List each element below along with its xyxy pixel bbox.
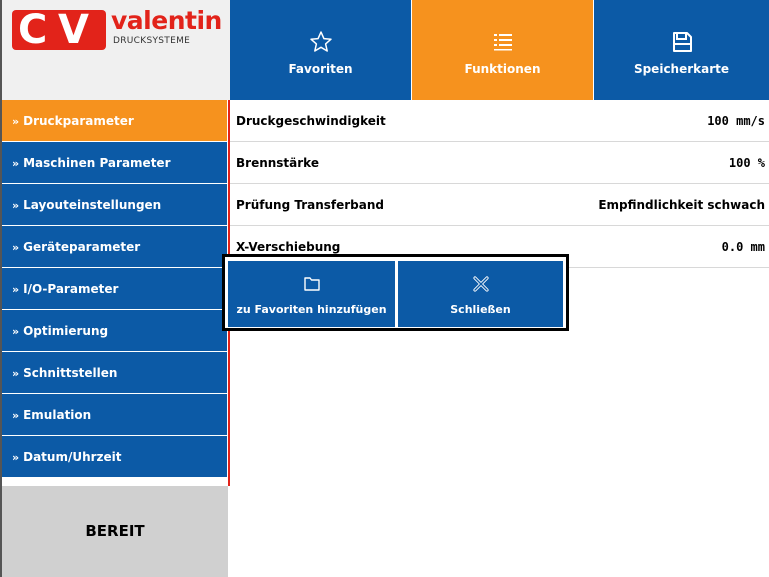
sidebar: » Druckparameter » Maschinen Parameter » La… (2, 100, 228, 478)
sidebar-item-emulation[interactable]: » Emulation (2, 394, 228, 436)
folder-icon (303, 277, 320, 291)
double-chevron-icon: » (12, 115, 20, 128)
sidebar-item-druckparameter[interactable]: » Druckparameter (2, 100, 228, 142)
tab-favoriten-label: Favoriten (288, 62, 353, 76)
logo-mark-v: V (58, 10, 89, 50)
double-chevron-icon: » (12, 409, 20, 422)
param-name: Prüfung Transferband (236, 197, 384, 212)
logo-mark-c: C (18, 10, 47, 50)
param-name: Druckgeschwindigkeit (236, 113, 386, 128)
double-chevron-icon: » (12, 451, 20, 464)
cv-logo-mark: C V (12, 10, 106, 50)
double-chevron-icon: » (12, 283, 20, 296)
add-to-favorites-label: zu Favoriten hinzufügen (236, 303, 387, 316)
list-icon (493, 34, 512, 51)
logo-word: valentin (111, 6, 222, 35)
sidebar-item-label: Optimierung (23, 324, 109, 338)
double-chevron-icon: » (12, 367, 20, 380)
logo-subtitle: DRUCKSYSTEME (113, 36, 191, 46)
parameter-list: Druckgeschwindigkeit 100 mm/s Brennstärk… (230, 100, 769, 268)
sidebar-item-geraeteparameter[interactable]: » Geräteparameter (2, 226, 228, 268)
sidebar-item-optimierung[interactable]: » Optimierung (2, 310, 228, 352)
double-chevron-icon: » (12, 199, 20, 212)
sidebar-item-datum-uhrzeit[interactable]: » Datum/Uhrzeit (2, 436, 228, 478)
close-label: Schließen (450, 303, 511, 316)
add-to-favorites-button[interactable]: zu Favoriten hinzufügen (228, 261, 395, 327)
param-value: 100 mm/s (707, 113, 765, 128)
double-chevron-icon: » (12, 157, 20, 170)
tab-speicherkarte[interactable]: Speicherkarte (594, 0, 769, 100)
param-name: Brennstärke (236, 155, 319, 170)
sidebar-item-schnittstellen[interactable]: » Schnittstellen (2, 352, 228, 394)
context-popup: zu Favoriten hinzufügen Schließen (222, 254, 569, 331)
status-indicator: BEREIT (2, 486, 228, 577)
tab-funktionen-label: Funktionen (464, 62, 541, 76)
param-row-druckgeschwindigkeit[interactable]: Druckgeschwindigkeit 100 mm/s (230, 100, 769, 142)
sidebar-item-label: Emulation (23, 408, 92, 422)
sidebar-item-label: Schnittstellen (23, 366, 118, 380)
param-value: 0.0 mm (721, 239, 765, 254)
top-tabs: Favoriten Funktionen Speicherkarte (230, 0, 769, 100)
sidebar-item-label: I/O-Parameter (23, 282, 119, 296)
tab-funktionen[interactable]: Funktionen (412, 0, 594, 100)
sidebar-item-io-parameter[interactable]: » I/O-Parameter (2, 268, 228, 310)
save-icon (672, 32, 692, 52)
param-name: X-Verschiebung (236, 239, 341, 254)
tab-speicherkarte-label: Speicherkarte (633, 62, 730, 76)
param-row-pruefung-transferband[interactable]: Prüfung Transferband Empfindlichkeit sch… (230, 184, 769, 226)
sidebar-item-maschinen-parameter[interactable]: » Maschinen Parameter (2, 142, 228, 184)
sidebar-item-layouteinstellungen[interactable]: » Layouteinstellungen (2, 184, 228, 226)
sidebar-item-label: Layouteinstellungen (23, 198, 162, 212)
sidebar-item-label: Maschinen Parameter (23, 156, 171, 170)
star-icon (309, 31, 332, 52)
sidebar-item-label: Geräteparameter (23, 240, 141, 254)
param-value: 100 % (728, 155, 765, 170)
param-value: Empfindlichkeit schwach (598, 197, 765, 212)
double-chevron-icon: » (12, 325, 20, 338)
double-chevron-icon: » (12, 241, 20, 254)
sidebar-item-label: Datum/Uhrzeit (23, 450, 122, 464)
logo: C V valentin DRUCKSYSTEME (2, 0, 230, 100)
sidebar-item-label: Druckparameter (23, 114, 134, 128)
tab-favoriten[interactable]: Favoriten (230, 0, 412, 100)
close-button[interactable]: Schließen (398, 261, 563, 327)
param-row-brennstaerke[interactable]: Brennstärke 100 % (230, 142, 769, 184)
close-icon (472, 276, 489, 292)
